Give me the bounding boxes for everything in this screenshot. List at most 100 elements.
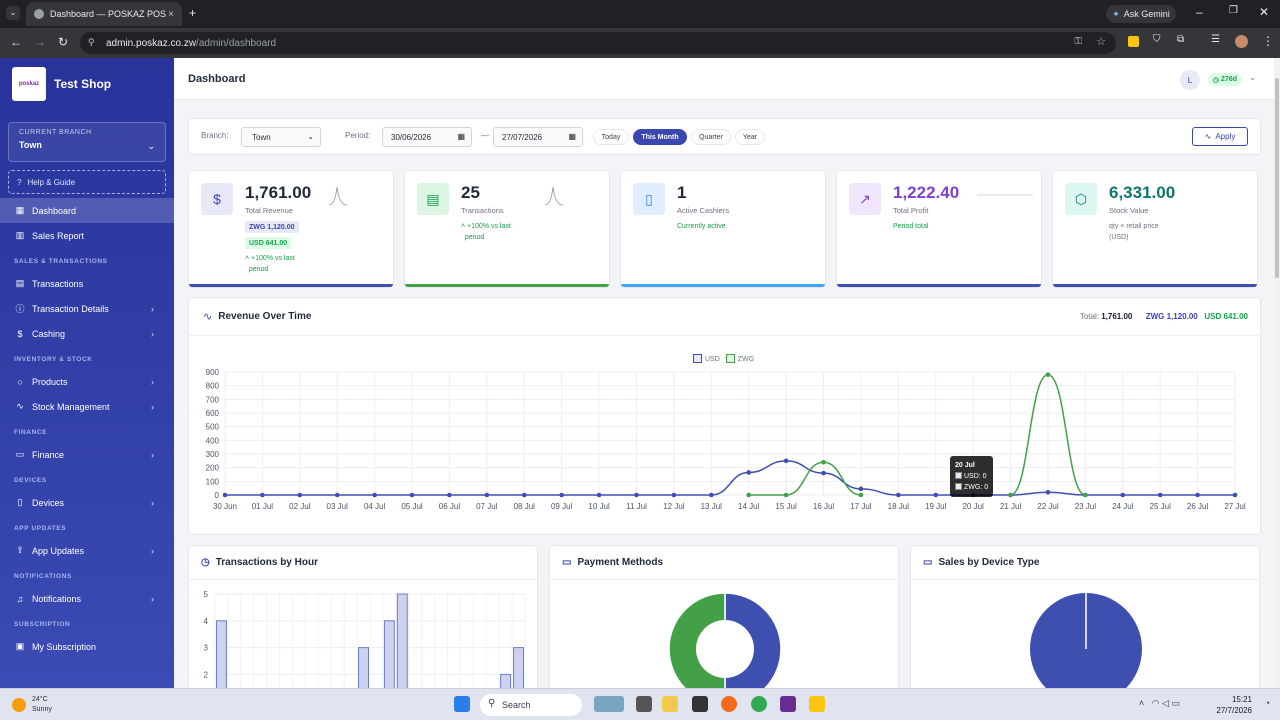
scrollbar-thumb[interactable]: [1275, 78, 1279, 278]
monitor-icon: ▭: [923, 557, 933, 568]
card-header: ∿ Revenue Over Time Total: 1,761.00 ZWG …: [189, 298, 1260, 336]
branch-select[interactable]: Town ⌄: [241, 127, 321, 147]
jetbrains-icon[interactable]: [780, 696, 796, 712]
weather-widget[interactable]: 24°C Sunny: [12, 695, 52, 715]
range-year-button[interactable]: Year: [735, 129, 765, 145]
date-to-input[interactable]: 27/07/2026 ▦: [493, 127, 583, 147]
x-tick-label: 11 Jul: [626, 502, 647, 511]
data-point-usd: [222, 492, 228, 498]
data-point-usd: [559, 492, 564, 498]
main-content: Dashboard L ◷ 276d ⌄ Branch: Town ⌄ Period…: [174, 58, 1274, 688]
app-4k-icon[interactable]: [692, 696, 708, 712]
sidebar-item-finance[interactable]: ▭ Finance ›: [0, 442, 174, 467]
sidebar-item-devices[interactable]: ▯ Devices ›: [0, 490, 174, 515]
data-point-usd: [260, 492, 265, 498]
x-tick-label: 04 Jul: [364, 502, 386, 511]
url-path: /admin/dashboard: [196, 37, 277, 49]
hour-bar: [383, 620, 395, 688]
restore-icon[interactable]: ❐: [1229, 5, 1238, 16]
page-scrollbar[interactable]: [1274, 58, 1280, 688]
hour-bar: [216, 620, 227, 688]
data-point-usd: [596, 492, 602, 498]
site-info-icon[interactable]: ⚲: [88, 37, 95, 48]
tab-search-icon[interactable]: ⌄: [6, 6, 20, 20]
legend-usd[interactable]: USD: [693, 354, 720, 363]
apply-button[interactable]: ∿ Apply: [1192, 127, 1248, 146]
password-key-icon[interactable]: ⚿: [1074, 36, 1082, 47]
sidebar-item-my-subscription[interactable]: ▣ My Subscription: [0, 634, 174, 659]
minimize-icon[interactable]: –: [1196, 5, 1203, 19]
y-tick-label: 4: [204, 617, 209, 626]
kpi-total-profit: ↗ 1,222.40 Total Profit Period total: [836, 170, 1042, 288]
new-tab-icon[interactable]: +: [189, 6, 196, 20]
brand[interactable]: poskaz Test Shop: [0, 58, 174, 110]
sidebar-item-cashing[interactable]: $ Cashing ›: [0, 321, 174, 346]
sidebar-nav: ▦ Dashboard ▥ Sales Report SALES & TRANSAC…: [0, 198, 174, 659]
notification-bell-icon[interactable]: ◔: [1265, 698, 1270, 708]
weather-text: Sunny: [32, 706, 52, 713]
sidebar-item-transactions[interactable]: ▤ Transactions: [0, 271, 174, 296]
clock-icon: ◷: [201, 557, 210, 568]
x-tick-label: 12 Jul: [663, 502, 685, 511]
reload-icon[interactable]: ↻: [58, 35, 68, 49]
sidebar-item-products[interactable]: ○ Products ›: [0, 369, 174, 394]
system-tray[interactable]: ˄ ◠ ◁ ▭: [1139, 698, 1180, 709]
gemini-icon: ✦: [1112, 8, 1120, 19]
menu-kebab-icon[interactable]: ⋮: [1262, 34, 1274, 48]
legend-zwg[interactable]: ZWG: [725, 354, 754, 363]
bookmark-star-icon[interactable]: ☆: [1096, 35, 1106, 48]
help-guide-button[interactable]: ? Help & Guide: [8, 170, 166, 194]
firefox-icon[interactable]: [721, 696, 737, 712]
y-tick-label: 900: [206, 368, 220, 377]
date-from-input[interactable]: 30/06/2026 ▦: [382, 127, 472, 147]
chevron-down-icon[interactable]: ⌄: [1249, 73, 1256, 82]
x-tick-label: 30 Jun: [213, 502, 237, 511]
clock[interactable]: 15:21 27/7/2026: [1216, 694, 1252, 716]
ask-gemini-button[interactable]: ✦ Ask Gemini: [1106, 5, 1176, 23]
sidebar-item-sales-report[interactable]: ▥ Sales Report: [0, 223, 174, 248]
chrome-icon[interactable]: [751, 696, 767, 712]
chevron-down-icon: ⌄: [147, 141, 155, 151]
sidebar-item-dashboard[interactable]: ▦ Dashboard: [0, 198, 174, 223]
shield-extension-icon[interactable]: ⛉: [1153, 34, 1161, 45]
sidebar-item-transaction-details[interactable]: ⓘ Transaction Details ›: [0, 296, 174, 321]
profile-avatar-icon[interactable]: [1235, 35, 1248, 48]
hour-bar: [513, 647, 525, 688]
hour-bar: [358, 647, 369, 688]
trending-up-icon: ↗: [849, 183, 881, 215]
task-view-icon[interactable]: [636, 696, 652, 712]
revenue-line-chart: 0 100 200 300 400 500 600 700 800 900 30 Jun 01 Jul…: [206, 368, 1246, 511]
active-tab[interactable]: Dashboard — POSKAZ POS ×: [26, 2, 182, 26]
extensions-puzzle-icon[interactable]: ⧉: [1177, 34, 1184, 45]
card-header: ▭ Payment Methods: [550, 546, 898, 580]
data-point-usd: [409, 492, 415, 498]
taskbar-search[interactable]: ⚲ Search: [480, 694, 582, 716]
data-point-usd: [821, 470, 826, 476]
tab-close-icon[interactable]: ×: [168, 9, 174, 20]
close-window-icon[interactable]: ✕: [1259, 5, 1269, 19]
range-this-month-button[interactable]: This Month: [633, 129, 687, 145]
data-point-zwg: [821, 459, 826, 465]
range-today-button[interactable]: Today: [593, 129, 629, 145]
file-explorer-icon[interactable]: [662, 696, 678, 712]
chevron-right-icon: ›: [151, 303, 154, 314]
branch-label: CURRENT BRANCH: [19, 129, 92, 136]
y-tick-label: 500: [206, 423, 220, 432]
forward-icon[interactable]: →: [34, 35, 46, 49]
sidebar-item-app-updates[interactable]: ⇪ App Updates ›: [0, 538, 174, 563]
sun-icon: [12, 698, 26, 712]
range-quarter-button[interactable]: Quarter: [691, 129, 731, 145]
dollar-icon: $: [201, 183, 233, 215]
section-finance: FINANCE: [14, 429, 48, 436]
avatar[interactable]: L: [1180, 70, 1200, 90]
sidebar-item-notifications[interactable]: ♫ Notifications ›: [0, 586, 174, 611]
reading-list-icon[interactable]: ☰: [1211, 34, 1220, 45]
extension-icon[interactable]: [1128, 36, 1139, 47]
branch-selector[interactable]: CURRENT BRANCH Town ⌄: [8, 122, 166, 162]
sticky-notes-icon[interactable]: [809, 696, 825, 712]
box-icon: ○: [17, 376, 23, 387]
url-field[interactable]: ⚲ admin.poskaz.co.zw/admin/dashboard ⚿ ☆: [80, 32, 1116, 54]
sidebar-item-stock-management[interactable]: ∿ Stock Management ›: [0, 394, 174, 419]
windows-start-icon[interactable]: [454, 696, 470, 712]
back-icon[interactable]: ←: [10, 35, 22, 49]
